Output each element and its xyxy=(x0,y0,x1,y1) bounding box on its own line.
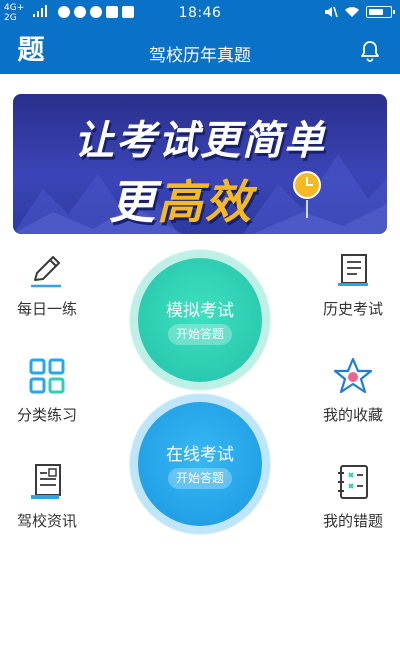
scroll-icon xyxy=(338,254,368,286)
category-practice-label: 分类练习 xyxy=(16,406,77,424)
status-right xyxy=(324,6,395,18)
daily-practice-label: 每日一练 xyxy=(16,300,77,318)
school-news-button[interactable]: 驾校资讯 xyxy=(0,462,102,531)
banner-slogan-white: 更 xyxy=(109,175,157,229)
online-exam-start[interactable]: 开始答题 xyxy=(168,468,232,489)
online-exam-button[interactable]: 在线考试 开始答题 xyxy=(138,402,262,526)
my-mistakes-button[interactable]: 我的错题 xyxy=(298,462,400,531)
banner-slogan-yellow: 高效 xyxy=(157,175,253,229)
my-mistakes-label: 我的错题 xyxy=(322,512,383,530)
app-header: 题 驾校历年真题 xyxy=(0,28,400,74)
history-exam-label: 历史考试 xyxy=(322,300,383,318)
mock-exam-start[interactable]: 开始答题 xyxy=(168,324,232,345)
clock-icon xyxy=(293,171,321,218)
online-exam-title: 在线考试 xyxy=(166,445,234,465)
school-news-label: 驾校资讯 xyxy=(16,512,77,530)
mistakes-notebook-icon xyxy=(338,465,368,499)
mock-exam-title: 模拟考试 xyxy=(166,301,234,321)
banner-slogan-line1: 让考试更简单 xyxy=(74,118,326,164)
my-favorites-button[interactable]: 我的收藏 xyxy=(298,356,400,425)
category-icon xyxy=(29,358,65,394)
daily-practice-button[interactable]: 每日一练 xyxy=(0,250,102,319)
wifi-icon xyxy=(345,7,359,17)
star-icon xyxy=(333,357,373,394)
history-exam-button[interactable]: 历史考试 xyxy=(298,250,400,319)
bell-icon[interactable] xyxy=(358,39,382,63)
mock-exam-button[interactable]: 模拟考试 开始答题 xyxy=(138,258,262,382)
status-bar: 4G+ 2G 18:46 xyxy=(0,0,400,28)
pencil-icon xyxy=(31,256,61,288)
battery-icon xyxy=(366,6,395,18)
page-title: 驾校历年真题 xyxy=(149,46,251,66)
banner-slogan-line2: 更高效 xyxy=(109,166,253,232)
mute-icon xyxy=(325,6,338,18)
promo-banner[interactable]: 让考试更简单 更高效 xyxy=(13,94,387,234)
category-practice-button[interactable]: 分类练习 xyxy=(0,356,102,425)
news-book-icon xyxy=(31,464,61,499)
my-favorites-label: 我的收藏 xyxy=(322,406,383,424)
